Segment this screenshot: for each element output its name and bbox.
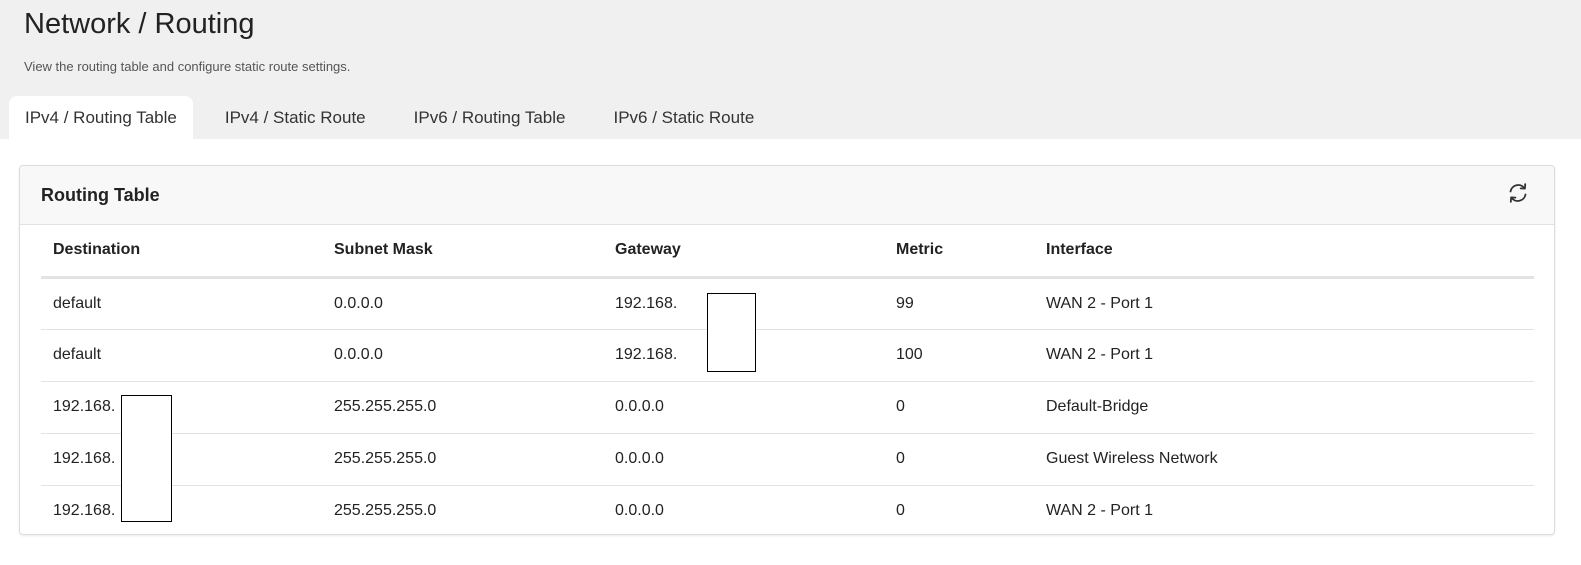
cell-interface: Guest Wireless Network	[1034, 433, 1534, 486]
cell-gateway: 0.0.0.0	[603, 381, 884, 434]
page-title: Network / Routing	[24, 8, 255, 40]
table-row: default 0.0.0.0 192.168. 99 WAN 2 - Port…	[41, 277, 1534, 330]
cell-interface: WAN 2 - Port 1	[1034, 329, 1534, 382]
tab-ipv4-static-route[interactable]: IPv4 / Static Route	[209, 96, 382, 139]
header-destination[interactable]: Destination	[41, 225, 322, 279]
table-row: default 0.0.0.0 192.168. 100 WAN 2 - Por…	[41, 329, 1534, 382]
cell-destination: default	[41, 277, 322, 330]
header-interface[interactable]: Interface	[1034, 225, 1534, 279]
cell-subnet-mask: 255.255.255.0	[334, 502, 437, 520]
redaction-box-destination	[121, 395, 172, 522]
cell-metric: 0	[884, 433, 1034, 486]
table-header-row: Destination Subnet Mask Gateway Metric I…	[41, 225, 1534, 279]
cell-gateway: 0.0.0.0	[603, 433, 884, 486]
table-row: 192.168. 255.255.255.0 0.0.0.0 0 Guest W…	[41, 433, 1534, 486]
tab-bar: IPv4 / Routing Table IPv4 / Static Route…	[9, 96, 786, 139]
cell-interface: WAN 2 - Port 1	[1034, 277, 1534, 330]
page-subtitle: View the routing table and configure sta…	[24, 59, 351, 74]
cell-subnet-mask: 255.255.255.0	[322, 433, 603, 486]
card-title: Routing Table	[41, 185, 160, 205]
cell-subnet-mask: 0.0.0.0	[322, 277, 603, 330]
cell-gateway: 0.0.0.0	[615, 502, 664, 520]
cell-destination: 192.168.	[41, 433, 322, 486]
cell-destination: default	[41, 329, 322, 382]
refresh-button[interactable]	[1504, 181, 1532, 209]
cell-metric: 0	[884, 381, 1034, 434]
cell-interface: WAN 2 - Port 1	[1046, 502, 1153, 520]
header-metric[interactable]: Metric	[884, 225, 1034, 279]
cell-destination: 192.168.	[41, 381, 322, 434]
cell-destination: 192.168.	[53, 502, 116, 520]
refresh-icon	[1506, 181, 1530, 210]
card-header: Routing Table	[20, 166, 1554, 225]
tab-ipv6-routing-table[interactable]: IPv6 / Routing Table	[398, 96, 582, 139]
table-row: 192.168. 255.255.255.0 0.0.0.0 0 WAN 2 -…	[41, 485, 1534, 534]
cell-subnet-mask: 255.255.255.0	[322, 381, 603, 434]
cell-metric: 0	[896, 502, 905, 520]
tab-ipv4-routing-table[interactable]: IPv4 / Routing Table	[9, 96, 193, 139]
cell-metric: 99	[884, 277, 1034, 330]
routing-table: Destination Subnet Mask Gateway Metric I…	[41, 225, 1534, 534]
header-subnet-mask[interactable]: Subnet Mask	[322, 225, 603, 279]
table-row: 192.168. 255.255.255.0 0.0.0.0 0 Default…	[41, 381, 1534, 434]
routing-table-card: Routing Table Destination Subnet Mask Ga…	[19, 165, 1555, 535]
tab-ipv6-static-route[interactable]: IPv6 / Static Route	[597, 96, 770, 139]
cell-interface: Default-Bridge	[1034, 381, 1534, 434]
redaction-box-gateway	[707, 293, 756, 372]
cell-subnet-mask: 0.0.0.0	[322, 329, 603, 382]
header-gateway[interactable]: Gateway	[603, 225, 884, 279]
cell-metric: 100	[884, 329, 1034, 382]
